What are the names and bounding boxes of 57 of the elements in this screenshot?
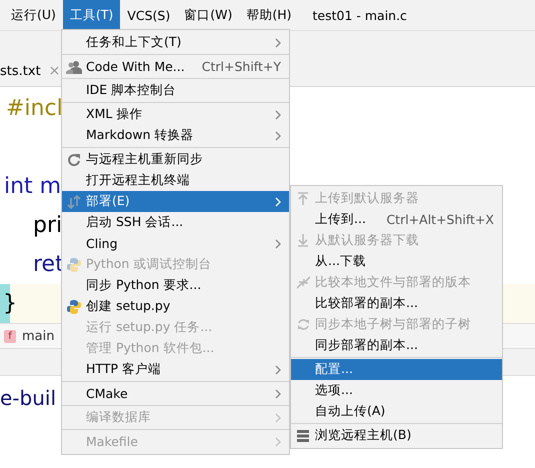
python-icon bbox=[67, 258, 81, 272]
chevron-right-icon bbox=[275, 364, 281, 374]
refresh-icon bbox=[67, 152, 81, 166]
editor-tab[interactable]: sts.txt bbox=[0, 64, 41, 78]
code-text: int m bbox=[4, 174, 62, 199]
menu-item[interactable]: 创建 setup.py bbox=[62, 296, 289, 317]
compare-arrows-icon bbox=[296, 276, 310, 289]
menu-item[interactable]: 从...下载 bbox=[291, 251, 502, 272]
shortcut-text: Ctrl+Alt+Shift+X bbox=[386, 212, 494, 227]
chevron-right-icon bbox=[275, 412, 281, 422]
build-output-text: e-buil bbox=[0, 386, 56, 410]
menu-bar-item[interactable]: 运行(U) bbox=[4, 0, 63, 30]
shortcut-text: Ctrl+Shift+Y bbox=[202, 59, 281, 74]
code-text: } bbox=[3, 291, 17, 316]
menu-item[interactable]: 浏览远程主机(B) bbox=[291, 425, 502, 446]
refresh-icon bbox=[296, 318, 310, 331]
menu-item[interactable]: 选项... bbox=[291, 380, 502, 401]
menu-item[interactable]: 配置... bbox=[291, 359, 502, 380]
breadcrumb-item[interactable]: main bbox=[22, 328, 54, 344]
menu-bar-item[interactable]: VCS(S) bbox=[120, 0, 178, 30]
menu-item[interactable]: Markdown 转换器 bbox=[62, 125, 289, 146]
menu-item[interactable]: 与远程主机重新同步 bbox=[62, 149, 289, 170]
chevron-right-icon bbox=[275, 38, 281, 48]
menu-item[interactable]: CMake bbox=[62, 383, 289, 404]
people-icon bbox=[66, 60, 82, 74]
menu-item[interactable]: 部署(E) bbox=[62, 191, 289, 212]
window-title: test01 - main.c bbox=[312, 8, 407, 22]
menu-item[interactable]: 同步部署的副本... bbox=[291, 335, 502, 356]
menu-item[interactable]: Cling bbox=[62, 233, 289, 254]
code-text: ret bbox=[33, 252, 64, 277]
menu-item[interactable]: 打开远程主机终端 bbox=[62, 170, 289, 191]
download-icon bbox=[297, 234, 309, 247]
code-text: pri bbox=[33, 213, 62, 238]
chevron-right-icon bbox=[275, 238, 281, 248]
python-icon bbox=[67, 300, 81, 314]
chevron-right-icon bbox=[275, 388, 281, 398]
menu-item[interactable]: 上传到... Ctrl+Alt+Shift+X bbox=[291, 209, 502, 230]
menu-item[interactable]: HTTP 客户端 bbox=[62, 359, 289, 380]
code-text: #incl bbox=[6, 96, 63, 121]
menu-item[interactable]: Code With Me... Ctrl+Shift+Y bbox=[62, 56, 289, 77]
menu-item[interactable]: 启动 SSH 会话... bbox=[62, 212, 289, 233]
function-badge: f bbox=[4, 330, 16, 342]
menu-item[interactable]: XML 操作 bbox=[62, 104, 289, 125]
chevron-right-icon bbox=[275, 196, 281, 206]
menu-bar-item[interactable]: 工具(T) bbox=[62, 0, 120, 30]
chevron-right-icon bbox=[275, 110, 281, 120]
menu-bar-item[interactable]: 窗口(W) bbox=[177, 0, 240, 30]
upload-icon bbox=[297, 192, 309, 205]
chevron-right-icon bbox=[275, 130, 281, 140]
menu-item[interactable]: 比较部署的副本... bbox=[291, 293, 502, 314]
menu-item[interactable]: 自动上传(A) bbox=[291, 401, 502, 422]
list-icon bbox=[297, 430, 309, 442]
up-down-arrows-icon bbox=[67, 194, 81, 208]
menu-item[interactable]: 同步 Python 要求... bbox=[62, 275, 289, 296]
menu-bar-item[interactable]: 帮助(H) bbox=[239, 0, 298, 30]
chevron-right-icon bbox=[275, 436, 281, 446]
menu-item[interactable]: IDE 脚本控制台 bbox=[62, 80, 289, 101]
